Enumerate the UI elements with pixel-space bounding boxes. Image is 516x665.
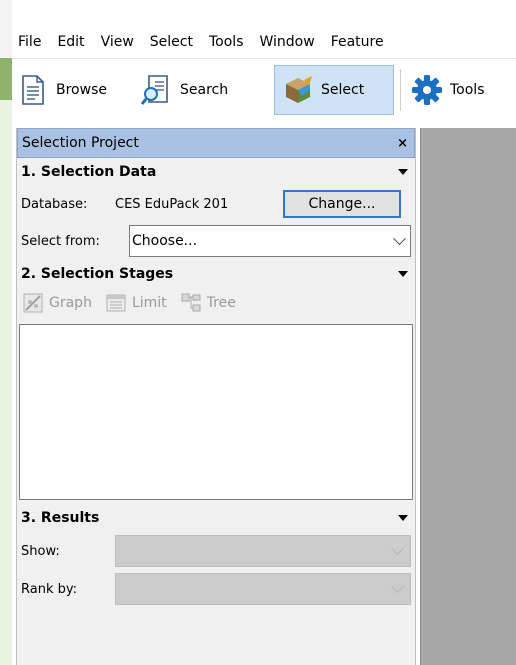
database-label: Database: [21, 196, 88, 212]
search-document-icon [140, 73, 174, 107]
tree-icon [181, 293, 201, 312]
collapse-triangle-icon[interactable] [398, 515, 408, 521]
background-strip-light [0, 100, 12, 665]
menu-view[interactable]: View [93, 34, 142, 50]
menu-window[interactable]: Window [252, 34, 323, 50]
select-button[interactable]: Select [274, 65, 394, 115]
database-value: CES EduPack 201 [115, 196, 229, 212]
tree-stage-button[interactable]: Tree [181, 293, 236, 313]
show-row: Show: [17, 532, 415, 570]
graph-label: Graph [49, 295, 92, 311]
graph-icon [23, 293, 43, 313]
section-results-header[interactable]: 3. Results [17, 504, 415, 532]
limit-stage-button[interactable]: Limit [106, 293, 167, 313]
select-label: Select [321, 82, 365, 98]
graph-stage-button[interactable]: Graph [23, 293, 92, 313]
select-from-label: Select from: [21, 233, 100, 249]
toolbar: Browse Search Select Tools [12, 58, 516, 120]
stage-toolbar: Graph Limit Tree [17, 288, 415, 318]
show-dropdown[interactable] [115, 535, 411, 567]
menu-tools[interactable]: Tools [201, 34, 252, 50]
chevron-down-icon [393, 231, 406, 245]
tree-label: Tree [206, 295, 236, 311]
browse-button[interactable]: Browse [16, 65, 107, 115]
menu-file[interactable]: File [12, 34, 49, 50]
section-selection-stages-header[interactable]: 2. Selection Stages [17, 260, 415, 288]
select-from-value: Choose... [132, 233, 198, 249]
gear-icon [410, 73, 444, 107]
menu-bar: File Edit View Select Tools Window Featu… [12, 30, 392, 54]
main-window: File Edit View Select Tools Window Featu… [12, 0, 516, 665]
database-row: Database: CES EduPack 201 Change... [17, 186, 415, 222]
close-icon[interactable]: × [397, 136, 408, 151]
section-results-title: 3. Results [21, 510, 100, 526]
rank-by-label: Rank by: [21, 581, 77, 597]
panel-title-bar: Selection Project × [17, 128, 415, 158]
select-from-dropdown[interactable]: Choose... [129, 225, 411, 257]
rank-by-row: Rank by: [17, 570, 415, 608]
limit-icon [106, 294, 126, 312]
chevron-down-icon [391, 579, 404, 593]
menu-select[interactable]: Select [142, 34, 201, 50]
chevron-down-icon [391, 541, 404, 555]
tools-label: Tools [450, 82, 485, 98]
tools-button[interactable]: Tools [410, 65, 485, 115]
search-button[interactable]: Search [140, 65, 228, 115]
show-label: Show: [21, 543, 60, 559]
select-from-row: Select from: Choose... [17, 222, 415, 260]
selection-project-panel: Selection Project × 1. Selection Data Da… [16, 128, 416, 665]
background-window-strip [0, 0, 12, 665]
limit-label: Limit [131, 295, 167, 311]
section-selection-data-title: 1. Selection Data [21, 164, 157, 180]
rank-by-dropdown[interactable] [115, 573, 411, 605]
menu-edit[interactable]: Edit [49, 34, 92, 50]
menu-feature[interactable]: Feature [323, 34, 392, 50]
workspace-area[interactable] [420, 128, 516, 665]
app-root: File Edit View Select Tools Window Featu… [0, 0, 516, 665]
search-label: Search [180, 82, 229, 98]
selection-stages-list[interactable] [19, 324, 413, 500]
cube-select-icon [281, 73, 315, 107]
panel-title: Selection Project [22, 135, 139, 151]
section-selection-data-header[interactable]: 1. Selection Data [17, 158, 415, 186]
change-database-button[interactable]: Change... [283, 190, 401, 218]
toolbar-separator [400, 69, 401, 111]
document-icon [16, 73, 50, 107]
collapse-triangle-icon[interactable] [398, 169, 408, 175]
browse-label: Browse [56, 82, 107, 98]
section-selection-stages-title: 2. Selection Stages [21, 266, 174, 282]
background-strip-green [0, 58, 12, 100]
collapse-triangle-icon[interactable] [398, 271, 408, 277]
